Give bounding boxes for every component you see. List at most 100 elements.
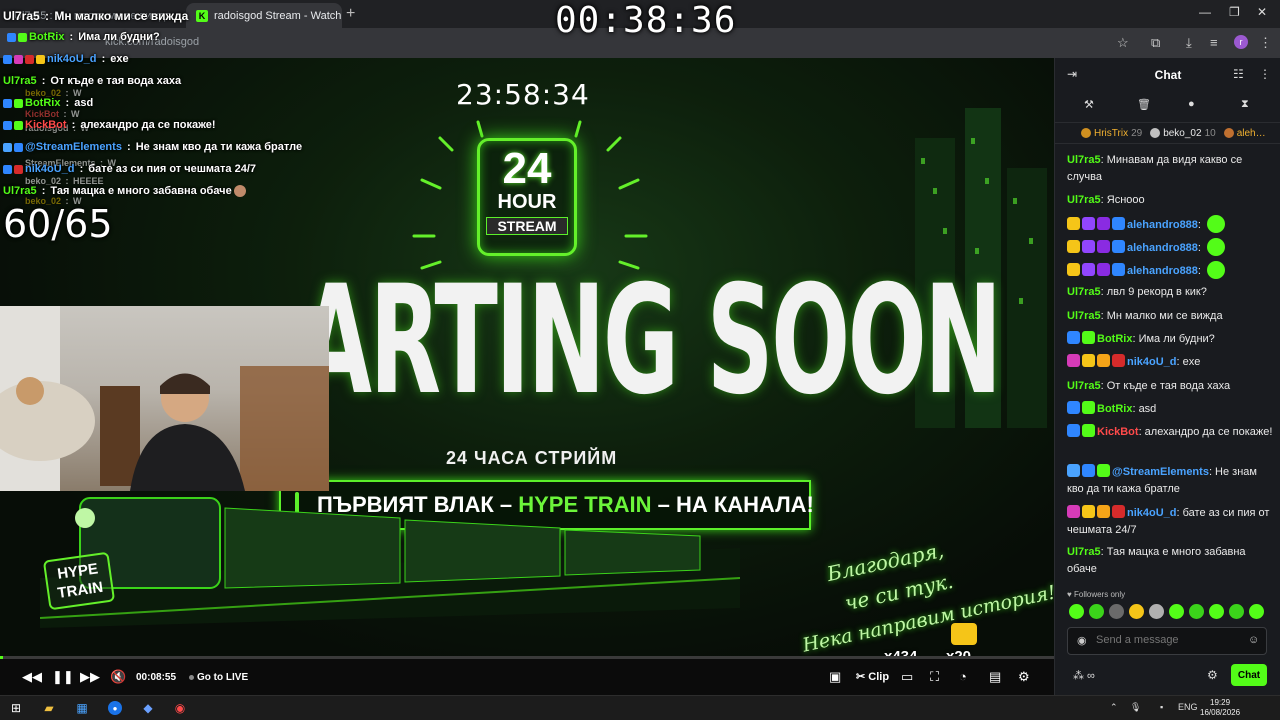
star-icon[interactable]: ☆ [1117, 35, 1129, 51]
fullscreen-icon[interactable]: ⛶ [930, 669, 939, 685]
chat-username[interactable]: BotRix [1097, 333, 1132, 345]
chat-message: BotRix: asd [1067, 401, 1273, 418]
chat-username[interactable]: alehandro888 [1127, 242, 1198, 254]
chat-panel: ⇥ Chat ☷ ⋮ ⚒ 🗑 ● ⧗ HrisTrix 29 beko_02 10 … [1054, 58, 1280, 695]
file-explorer-icon[interactable]: ▰ [42, 701, 56, 715]
chat-username[interactable]: BotRix [1097, 403, 1132, 415]
chat-username[interactable]: KickBot [1097, 426, 1139, 438]
send-chat-button[interactable]: Chat [1231, 664, 1267, 686]
user-badge-icon [1067, 217, 1080, 230]
chat-username[interactable]: Ul7ra5 [1067, 154, 1101, 166]
emote-icon[interactable] [1109, 604, 1124, 619]
chat-username[interactable]: @StreamElements [1112, 466, 1209, 478]
rewind-icon[interactable]: ◀◀ [22, 669, 42, 685]
pause-icon[interactable]: ❚❚ [52, 669, 74, 685]
trash-icon[interactable]: 🗑 [1137, 98, 1151, 111]
app-icon[interactable]: ◆ [141, 701, 155, 715]
chat-settings-icon[interactable]: ⚙ [1207, 668, 1218, 682]
emoji-icon[interactable]: ☺ [1248, 634, 1259, 646]
emote-icon[interactable] [1089, 604, 1104, 619]
chat-text: : Мн малко ми се вижда [1100, 310, 1223, 322]
emote-icon[interactable] [1209, 604, 1224, 619]
chat-message: Ul7ra5: Тая мацка е много забавна обаче [1067, 544, 1273, 578]
followers-only-notice: ♥ Followers only [1067, 590, 1126, 599]
minimize-icon[interactable]: — [1199, 5, 1211, 19]
countdown-timer: 23:58:34 [456, 78, 590, 111]
tab-kick-stream[interactable]: K radoisgod Stream - Watch Live ✕ [186, 3, 342, 28]
chat-footer: ⁂ ∞ ⚙ Chat [1055, 661, 1280, 691]
message-icon[interactable]: ● [1188, 98, 1195, 110]
chat-text: : [1197, 219, 1205, 231]
user-badge-icon [1097, 240, 1110, 253]
chat-username[interactable]: Ul7ra5 [1067, 194, 1101, 206]
chat-username[interactable]: nik4oU_d [1127, 507, 1177, 519]
user-badge-icon [1082, 401, 1095, 414]
chat-menu-icon[interactable]: ⋮ [1259, 67, 1271, 81]
settings-gear-icon[interactable]: ⚙ [1018, 669, 1030, 685]
emote-icon [1207, 215, 1226, 233]
viewer-ratio: 60/65 [3, 202, 113, 246]
extensions-icon[interactable]: ⧉ [1151, 35, 1160, 51]
users-icon[interactable]: ☷ [1233, 67, 1244, 81]
chat-text: : лвл 9 рекорд в кик? [1100, 286, 1207, 298]
tray-icon[interactable]: ▪ [1160, 702, 1163, 712]
new-tab-button[interactable]: + [346, 5, 355, 23]
theater-mode-icon[interactable]: ▭ [901, 669, 913, 685]
chat-username[interactable]: Ul7ra5 [1067, 286, 1101, 298]
emote-bar [1069, 604, 1264, 619]
overlay-chat-line: KickBot : алехандро да се покаже! [3, 119, 216, 131]
media-icon[interactable]: ≡ [1210, 35, 1218, 50]
user-badge-icon [1082, 331, 1095, 344]
chat-username[interactable]: Ul7ra5 [1067, 546, 1101, 558]
restore-icon[interactable]: ❐ [1229, 5, 1240, 19]
language-indicator[interactable]: ENG [1178, 702, 1198, 712]
windows-start-icon[interactable]: ⊞ [9, 701, 23, 715]
store-icon[interactable]: ▦ [75, 701, 89, 715]
chat-username[interactable]: Ul7ra5 [1067, 380, 1101, 392]
emote-icon[interactable] [1229, 604, 1244, 619]
emote-icon[interactable] [1069, 604, 1084, 619]
mute-icon[interactable]: 🔇 [110, 669, 126, 685]
stats-icon[interactable]: ▤ [989, 669, 1001, 685]
hammer-icon[interactable]: ⚒ [1084, 98, 1094, 111]
mic-icon[interactable]: 🎙 [1130, 702, 1141, 713]
speed-icon[interactable]: ◔ [959, 669, 967, 684]
close-window-icon[interactable]: ✕ [1257, 5, 1267, 19]
overlay-chat-line: Ul7ra5 : Мн малко ми се вижда [3, 9, 189, 23]
chat-text: : алехандро да се покаже! [1138, 426, 1273, 438]
chat-message: nik4oU_d: бате аз си пия от чешмата 24/7 [1067, 505, 1273, 539]
mod-toolbar: ⚒ 🗑 ● ⧗ [1055, 94, 1280, 118]
chat-message: Ul7ra5: От къде е тая вода хаха [1067, 378, 1273, 395]
mini-player-icon[interactable]: ▣ [829, 669, 841, 685]
profile-avatar[interactable]: r [1234, 35, 1248, 49]
clip-button[interactable]: ✂ Clip [856, 670, 889, 683]
overlay-chat-line: @StreamElements : Не знам кво да ти кажа… [3, 141, 302, 153]
obs-icon[interactable]: ◉ [173, 701, 187, 715]
overlay-chat-line: BotRix : Има ли будни? [7, 31, 160, 43]
chrome-icon[interactable]: ● [108, 701, 122, 715]
chat-text: : asd [1132, 403, 1157, 415]
emote-icon[interactable] [1169, 604, 1184, 619]
gift-leaderboard: HrisTrix 29 beko_02 10 aleh… [1055, 122, 1280, 144]
chat-message: alehandro888: [1067, 261, 1273, 280]
points-icon[interactable]: ⁂ ∞ [1073, 669, 1095, 682]
emote-icon[interactable] [1149, 604, 1164, 619]
go-to-live-button[interactable]: Go to LIVE [189, 672, 248, 683]
forward-icon[interactable]: ▶▶ [80, 669, 100, 685]
system-clock[interactable]: 19:29 16/08/2026 [1200, 698, 1240, 718]
message-input[interactable] [1096, 634, 1236, 646]
download-icon[interactable]: ⤓ [1186, 35, 1192, 51]
hourglass-icon[interactable]: ⧗ [1241, 98, 1249, 111]
leader-item: beko_02 10 [1150, 128, 1216, 139]
chat-username[interactable]: nik4oU_d [1127, 356, 1177, 368]
emote-icon[interactable] [1249, 604, 1264, 619]
tray-chevron-icon[interactable]: ⌃ [1110, 702, 1118, 713]
emote-icon[interactable] [1189, 604, 1204, 619]
emote-icon [1207, 238, 1226, 256]
leader-coin-icon [1223, 128, 1234, 138]
emote-icon[interactable] [1129, 604, 1144, 619]
chat-username[interactable]: alehandro888 [1127, 265, 1198, 277]
menu-icon[interactable]: ⋮ [1259, 35, 1272, 51]
chat-username[interactable]: Ul7ra5 [1067, 310, 1101, 322]
chat-username[interactable]: alehandro888 [1127, 219, 1198, 231]
